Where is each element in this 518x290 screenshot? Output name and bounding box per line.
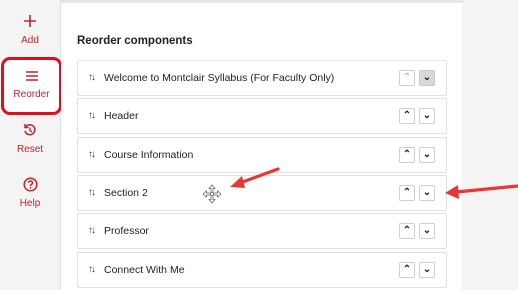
component-label: Course Information — [104, 149, 194, 161]
drag-handle-icon[interactable]: ↑↓ — [88, 225, 96, 236]
move-down-button[interactable]: ⌄ — [419, 108, 435, 124]
move-down-button[interactable]: ⌄ — [419, 262, 435, 278]
reset-icon — [0, 123, 60, 141]
component-label: Welcome to Montclair Syllabus (For Facul… — [104, 72, 335, 84]
move-up-button[interactable]: ⌃ — [399, 262, 415, 278]
help-icon — [0, 177, 60, 195]
help-button[interactable]: Help — [0, 177, 60, 209]
move-up-button[interactable]: ⌃ — [399, 108, 415, 124]
drag-handle-icon[interactable]: ↑↓ — [88, 149, 96, 160]
annotation-arrow-icon — [445, 184, 518, 199]
move-up-button[interactable]: ⌃ — [399, 185, 415, 201]
reset-label: Reset — [16, 144, 44, 155]
reorder-label: Reorder — [13, 89, 50, 100]
move-down-button[interactable]: ⌄ — [419, 147, 435, 163]
plus-icon — [0, 14, 60, 32]
reset-button[interactable]: Reset — [0, 123, 60, 155]
drag-handle-icon[interactable]: ↑↓ — [88, 264, 96, 275]
help-label: Help — [19, 198, 41, 209]
component-label: Professor — [104, 225, 149, 237]
drag-handle-icon[interactable]: ↑↓ — [88, 72, 96, 83]
drag-handle-icon[interactable]: ↑↓ — [88, 110, 96, 121]
page-title: Reorder components — [77, 35, 193, 47]
move-up-button[interactable]: ⌃ — [399, 147, 415, 163]
component-label: Header — [104, 110, 139, 122]
reorder-button[interactable]: Reorder — [1, 57, 62, 115]
component-row[interactable]: ↑↓ Professor ⌃ ⌄ — [77, 213, 447, 249]
list-icon — [4, 68, 59, 86]
component-row[interactable]: ↑↓ Header ⌃ ⌄ — [77, 98, 447, 134]
sidebar: Add Reorder Reset Help — [0, 0, 62, 290]
top-divider — [61, 0, 463, 3]
component-label: Connect With Me — [104, 264, 185, 276]
component-row[interactable]: ↑↓ Welcome to Montclair Syllabus (For Fa… — [77, 60, 447, 96]
component-row[interactable]: ↑↓ Connect With Me ⌃ ⌄ — [77, 252, 447, 288]
move-up-button[interactable]: ⌃ — [399, 223, 415, 239]
add-button[interactable]: Add — [0, 14, 60, 46]
add-label: Add — [21, 35, 39, 46]
move-cursor-icon — [202, 184, 222, 204]
annotation-arrow-icon — [230, 167, 280, 188]
component-label: Section 2 — [104, 187, 148, 199]
move-up-button[interactable]: ⌃ — [399, 70, 415, 86]
move-down-button[interactable]: ⌄ — [419, 70, 435, 86]
move-down-button[interactable]: ⌄ — [419, 223, 435, 239]
drag-handle-icon[interactable]: ↑↓ — [88, 187, 96, 198]
move-down-button[interactable]: ⌄ — [419, 185, 435, 201]
